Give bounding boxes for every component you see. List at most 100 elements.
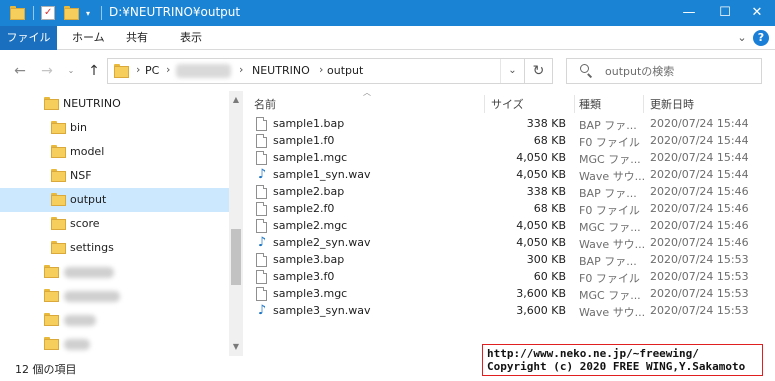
tree-item-redacted[interactable] [0, 308, 229, 332]
scrollbar-thumb[interactable] [231, 229, 241, 285]
file-type: BAP ファ... [579, 119, 637, 132]
address-dropdown-icon[interactable]: ⌄ [500, 59, 524, 83]
file-name: sample1.f0 [273, 134, 335, 147]
tree-item-label: bin [70, 121, 88, 134]
column-header-name[interactable]: 名前 [254, 96, 276, 112]
folder-icon[interactable] [10, 6, 25, 20]
search-input[interactable] [605, 63, 755, 79]
forward-arrow-icon[interactable]: → [38, 62, 56, 80]
file-size: 4,050 KB [516, 219, 566, 232]
file-name: sample3.bap [273, 253, 345, 266]
search-box[interactable] [566, 58, 762, 84]
watermark-copyright: Copyright (c) 2020 FREE WING,Y.Sakamoto [487, 360, 746, 373]
folder-icon [44, 289, 59, 302]
breadcrumb-output[interactable]: output [327, 64, 363, 77]
file-type: Wave サウ... [579, 238, 646, 251]
file-row[interactable]: sample1.bap 338 KB BAP ファ... 2020/07/24 15:… [244, 116, 764, 133]
column-header-size[interactable]: サイズ [491, 96, 524, 112]
refresh-button[interactable]: ↻ [525, 58, 553, 84]
column-header-date[interactable]: 更新日時 [650, 96, 694, 112]
file-size: 300 KB [526, 253, 566, 266]
file-name: sample1.bap [273, 117, 345, 130]
folder-icon [51, 145, 66, 158]
tree-item-score[interactable]: score [0, 212, 229, 236]
folder-icon [51, 217, 66, 230]
file-icon [256, 202, 267, 216]
help-icon[interactable]: ? [753, 30, 769, 46]
file-type: BAP ファ... [579, 187, 637, 200]
breadcrumb-pc[interactable]: PC [145, 64, 159, 77]
tree-item-neutrino[interactable]: NEUTRINO [0, 92, 229, 116]
file-icon [256, 117, 267, 131]
chevron-right-icon[interactable]: › [136, 63, 140, 76]
ribbon-tabs: ファイル ホーム 共有 表示 ⌄ ? [0, 26, 775, 50]
file-type: MGC ファ... [579, 221, 641, 234]
file-row[interactable]: sample3.mgc 3,600 KB MGC ファ... 2020/07/24 1… [244, 286, 764, 303]
tab-file[interactable]: ファイル [0, 26, 57, 50]
column-header-type[interactable]: 種類 [579, 96, 601, 112]
file-row[interactable]: ♪ sample3_syn.wav 3,600 KB Wave サウ... 2020/0… [244, 303, 764, 320]
folder-icon [44, 337, 59, 350]
folder-icon [44, 97, 59, 110]
wave-audio-icon: ♪ [257, 167, 267, 182]
chevron-right-icon[interactable]: › [319, 63, 323, 76]
sort-ascending-icon: ︿ [363, 88, 371, 97]
scroll-down-icon[interactable]: ▼ [229, 340, 243, 354]
tree-item-output[interactable]: output [0, 188, 229, 212]
tree-item-nsf[interactable]: NSF [0, 164, 229, 188]
up-arrow-icon[interactable]: ↑ [85, 62, 103, 80]
maximize-button[interactable]: ☐ [707, 0, 743, 26]
file-row[interactable]: sample2.bap 338 KB BAP ファ... 2020/07/24 15:… [244, 184, 764, 201]
file-size: 4,050 KB [516, 151, 566, 164]
maximize-icon: ☐ [719, 5, 731, 20]
tree-item-redacted[interactable] [0, 284, 229, 308]
file-row[interactable]: sample1.f0 68 KB F0 ファイル 2020/07/24 15:44 [244, 133, 764, 150]
file-date: 2020/07/24 15:53 [650, 287, 749, 300]
tree-item-settings[interactable]: settings [0, 236, 229, 260]
minimize-button[interactable]: — [671, 0, 707, 26]
back-arrow-icon[interactable]: ← [11, 62, 29, 80]
tree-item-label: score [70, 217, 100, 230]
expand-ribbon-icon[interactable]: ⌄ [734, 30, 750, 46]
blurred-breadcrumb [176, 64, 231, 78]
address-bar[interactable]: › PC › › NEUTRINO › output ⌄ [107, 58, 525, 84]
recent-locations-icon[interactable]: ⌄ [62, 62, 80, 80]
file-type: BAP ファ... [579, 255, 637, 268]
tree-item-label: settings [70, 241, 114, 254]
scroll-up-icon[interactable]: ▲ [229, 93, 243, 107]
file-row[interactable]: sample2.f0 68 KB F0 ファイル 2020/07/24 15:46 [244, 201, 764, 218]
breadcrumb-neutrino[interactable]: NEUTRINO [252, 64, 310, 77]
tree-item-model[interactable]: model [0, 140, 229, 164]
file-list: 名前 ︿ サイズ 種類 更新日時 sample1.bap 338 KB BAP ファ… [244, 88, 775, 356]
file-name: sample2.bap [273, 185, 345, 198]
file-row[interactable]: sample3.bap 300 KB BAP ファ... 2020/07/24 15:… [244, 252, 764, 269]
file-row[interactable]: sample2.mgc 4,050 KB MGC ファ... 2020/07/24 1… [244, 218, 764, 235]
tab-share[interactable]: 共有 [126, 26, 148, 50]
chevron-right-icon[interactable]: › [239, 63, 243, 76]
file-name: sample1.mgc [273, 151, 348, 164]
navigation-scrollbar[interactable]: ▲ ▼ [229, 91, 243, 356]
address-toolbar: ← → ⌄ ↑ › PC › › NEUTRINO › output ⌄ ↻ [0, 51, 775, 91]
customize-quick-access-icon[interactable]: ▾ [86, 9, 95, 18]
chevron-right-icon[interactable]: › [166, 63, 170, 76]
file-date: 2020/07/24 15:46 [650, 185, 749, 198]
properties-icon[interactable]: ✓ [41, 6, 55, 20]
tree-item-redacted[interactable] [0, 260, 229, 284]
file-row[interactable]: ♪ sample1_syn.wav 4,050 KB Wave サウ... 2020/0… [244, 167, 764, 184]
file-row[interactable]: sample1.mgc 4,050 KB MGC ファ... 2020/07/24 1… [244, 150, 764, 167]
file-row[interactable]: ♪ sample2_syn.wav 4,050 KB Wave サウ... 2020/0… [244, 235, 764, 252]
close-button[interactable]: ✕ [739, 0, 775, 26]
tree-item-redacted[interactable] [0, 332, 229, 356]
file-type: F0 ファイル [579, 272, 640, 285]
folder-icon [51, 193, 66, 206]
tab-home[interactable]: ホーム [72, 26, 105, 50]
file-date: 2020/07/24 15:44 [650, 151, 749, 164]
tree-item-label: output [70, 193, 107, 206]
tree-item-bin[interactable]: bin [0, 116, 229, 140]
file-row[interactable]: sample3.f0 60 KB F0 ファイル 2020/07/24 15:53 [244, 269, 764, 286]
folder-icon [51, 241, 66, 254]
file-icon [256, 134, 267, 148]
tab-view[interactable]: 表示 [180, 26, 202, 50]
column-header-label: 名前 [254, 98, 276, 111]
new-folder-icon[interactable] [64, 6, 79, 20]
